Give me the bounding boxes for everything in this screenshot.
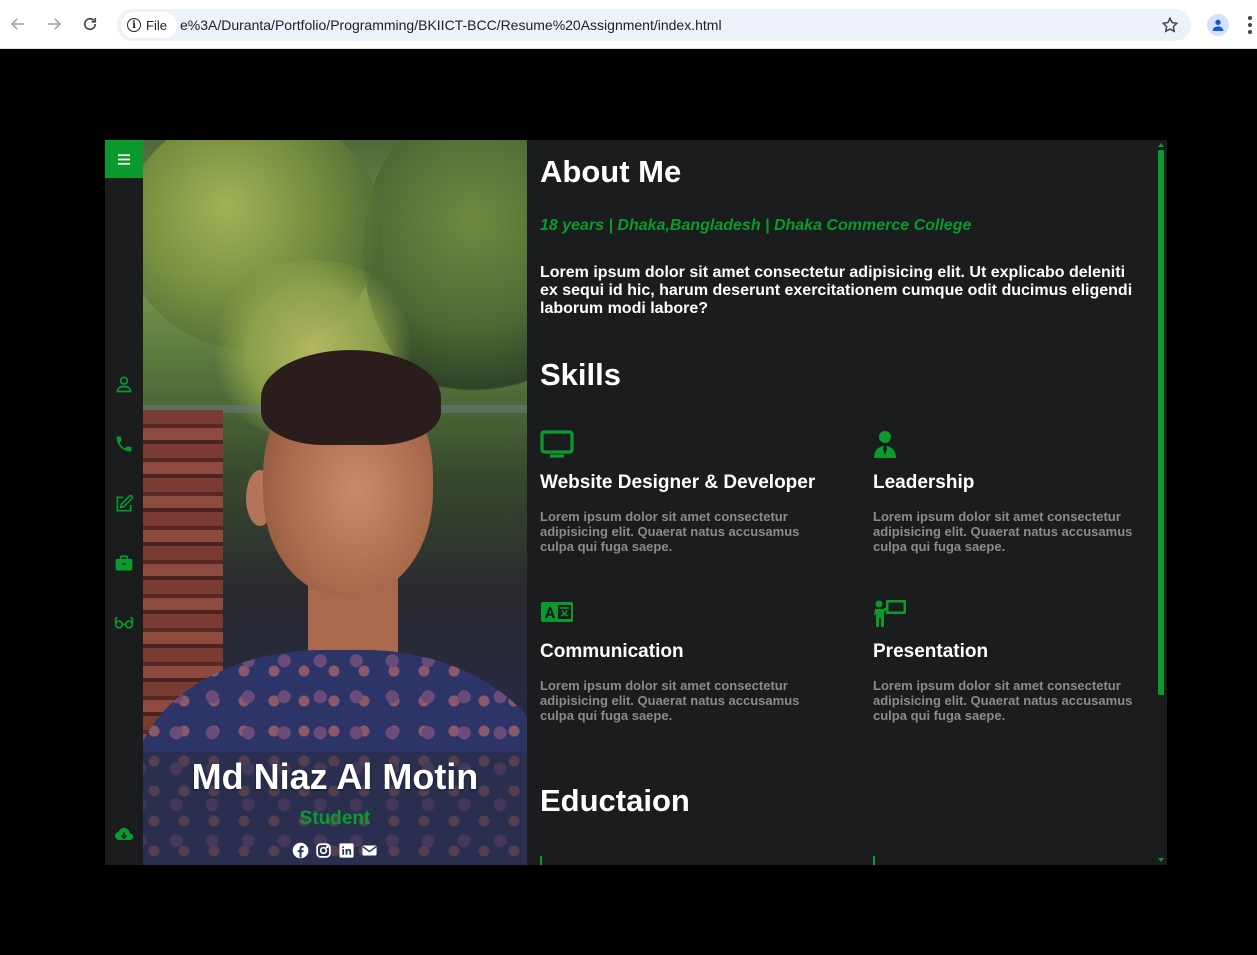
profile-role: Student xyxy=(299,808,371,829)
profile-photo: Md Niaz Al Motin Student xyxy=(143,140,527,865)
scroll-down-arrow-icon[interactable] xyxy=(1158,858,1164,862)
facebook-icon[interactable] xyxy=(292,842,309,859)
education-heading: Eductaion xyxy=(540,783,690,818)
scroll-up-arrow-icon[interactable] xyxy=(1158,143,1164,147)
briefcase-icon[interactable] xyxy=(114,553,134,573)
skill-desc: Lorem ipsum dolor sit amet consectetur a… xyxy=(540,678,800,723)
social-links xyxy=(143,842,527,859)
hamburger-icon xyxy=(118,153,130,165)
browser-toolbar: i File e%3A/Duranta/Portfolio/Programmin… xyxy=(0,0,1257,49)
profile-name: Md Niaz Al Motin xyxy=(191,756,479,797)
sidebar xyxy=(105,140,143,865)
glasses-icon[interactable] xyxy=(114,612,134,632)
main-content: About Me 18 years | Dhaka,Bangladesh | D… xyxy=(527,140,1167,865)
skill-card-communication: Communication Lorem ipsum dolor sit amet… xyxy=(540,599,820,723)
user-icon[interactable] xyxy=(114,374,134,394)
content-scrollbar[interactable] xyxy=(1155,140,1167,865)
profile-avatar-icon[interactable] xyxy=(1207,14,1229,36)
skill-desc: Lorem ipsum dolor sit amet consectetur a… xyxy=(873,678,1133,723)
about-meta: 18 years | Dhaka,Bangladesh | Dhaka Comm… xyxy=(540,217,972,234)
info-icon: i xyxy=(127,18,141,32)
cloud-download-icon[interactable] xyxy=(114,825,134,845)
address-bar[interactable]: i File e%3A/Duranta/Portfolio/Programmin… xyxy=(117,9,1191,41)
site-info-chip[interactable]: i File xyxy=(121,12,177,38)
envelope-icon[interactable] xyxy=(361,842,378,859)
skill-title: Communication xyxy=(540,641,684,662)
edit-icon[interactable] xyxy=(114,494,134,514)
education-timeline-line xyxy=(540,856,542,865)
back-arrow-icon[interactable] xyxy=(7,13,29,35)
skill-desc: Lorem ipsum dolor sit amet consectetur a… xyxy=(540,509,800,554)
forward-arrow-icon[interactable] xyxy=(43,13,65,35)
scrollbar-thumb[interactable] xyxy=(1158,150,1164,695)
skill-title: Website Designer & Developer xyxy=(540,472,816,493)
skill-card-leadership: Leadership Lorem ipsum dolor sit amet co… xyxy=(873,430,1153,554)
skill-card-web: Website Designer & Developer Lorem ipsum… xyxy=(540,430,820,554)
bookmark-star-icon[interactable] xyxy=(1161,16,1179,34)
site-info-label: File xyxy=(146,17,167,33)
resume-card: Md Niaz Al Motin Student About Me 18 yea… xyxy=(105,140,1167,865)
menu-toggle-button[interactable] xyxy=(105,140,143,178)
about-intro: Lorem ipsum dolor sit amet consectetur a… xyxy=(540,264,1133,317)
browser-menu-icon[interactable] xyxy=(1248,16,1252,34)
phone-icon[interactable] xyxy=(114,434,134,454)
about-heading: About Me xyxy=(540,154,682,189)
language-icon xyxy=(540,599,574,627)
instagram-icon[interactable] xyxy=(315,842,332,859)
url-text[interactable]: e%3A/Duranta/Portfolio/Programming/BKIIC… xyxy=(180,9,722,41)
user-tie-icon xyxy=(873,430,907,458)
skill-card-presentation: Presentation Lorem ipsum dolor sit amet … xyxy=(873,599,1153,723)
presentation-icon xyxy=(873,599,907,627)
reload-icon[interactable] xyxy=(79,13,101,35)
education-timeline-line xyxy=(873,856,875,865)
skills-heading: Skills xyxy=(540,357,621,392)
linkedin-icon[interactable] xyxy=(338,842,355,859)
monitor-icon xyxy=(540,430,574,458)
skill-title: Leadership xyxy=(873,472,975,493)
skill-desc: Lorem ipsum dolor sit amet consectetur a… xyxy=(873,509,1133,554)
skill-title: Presentation xyxy=(873,641,989,662)
